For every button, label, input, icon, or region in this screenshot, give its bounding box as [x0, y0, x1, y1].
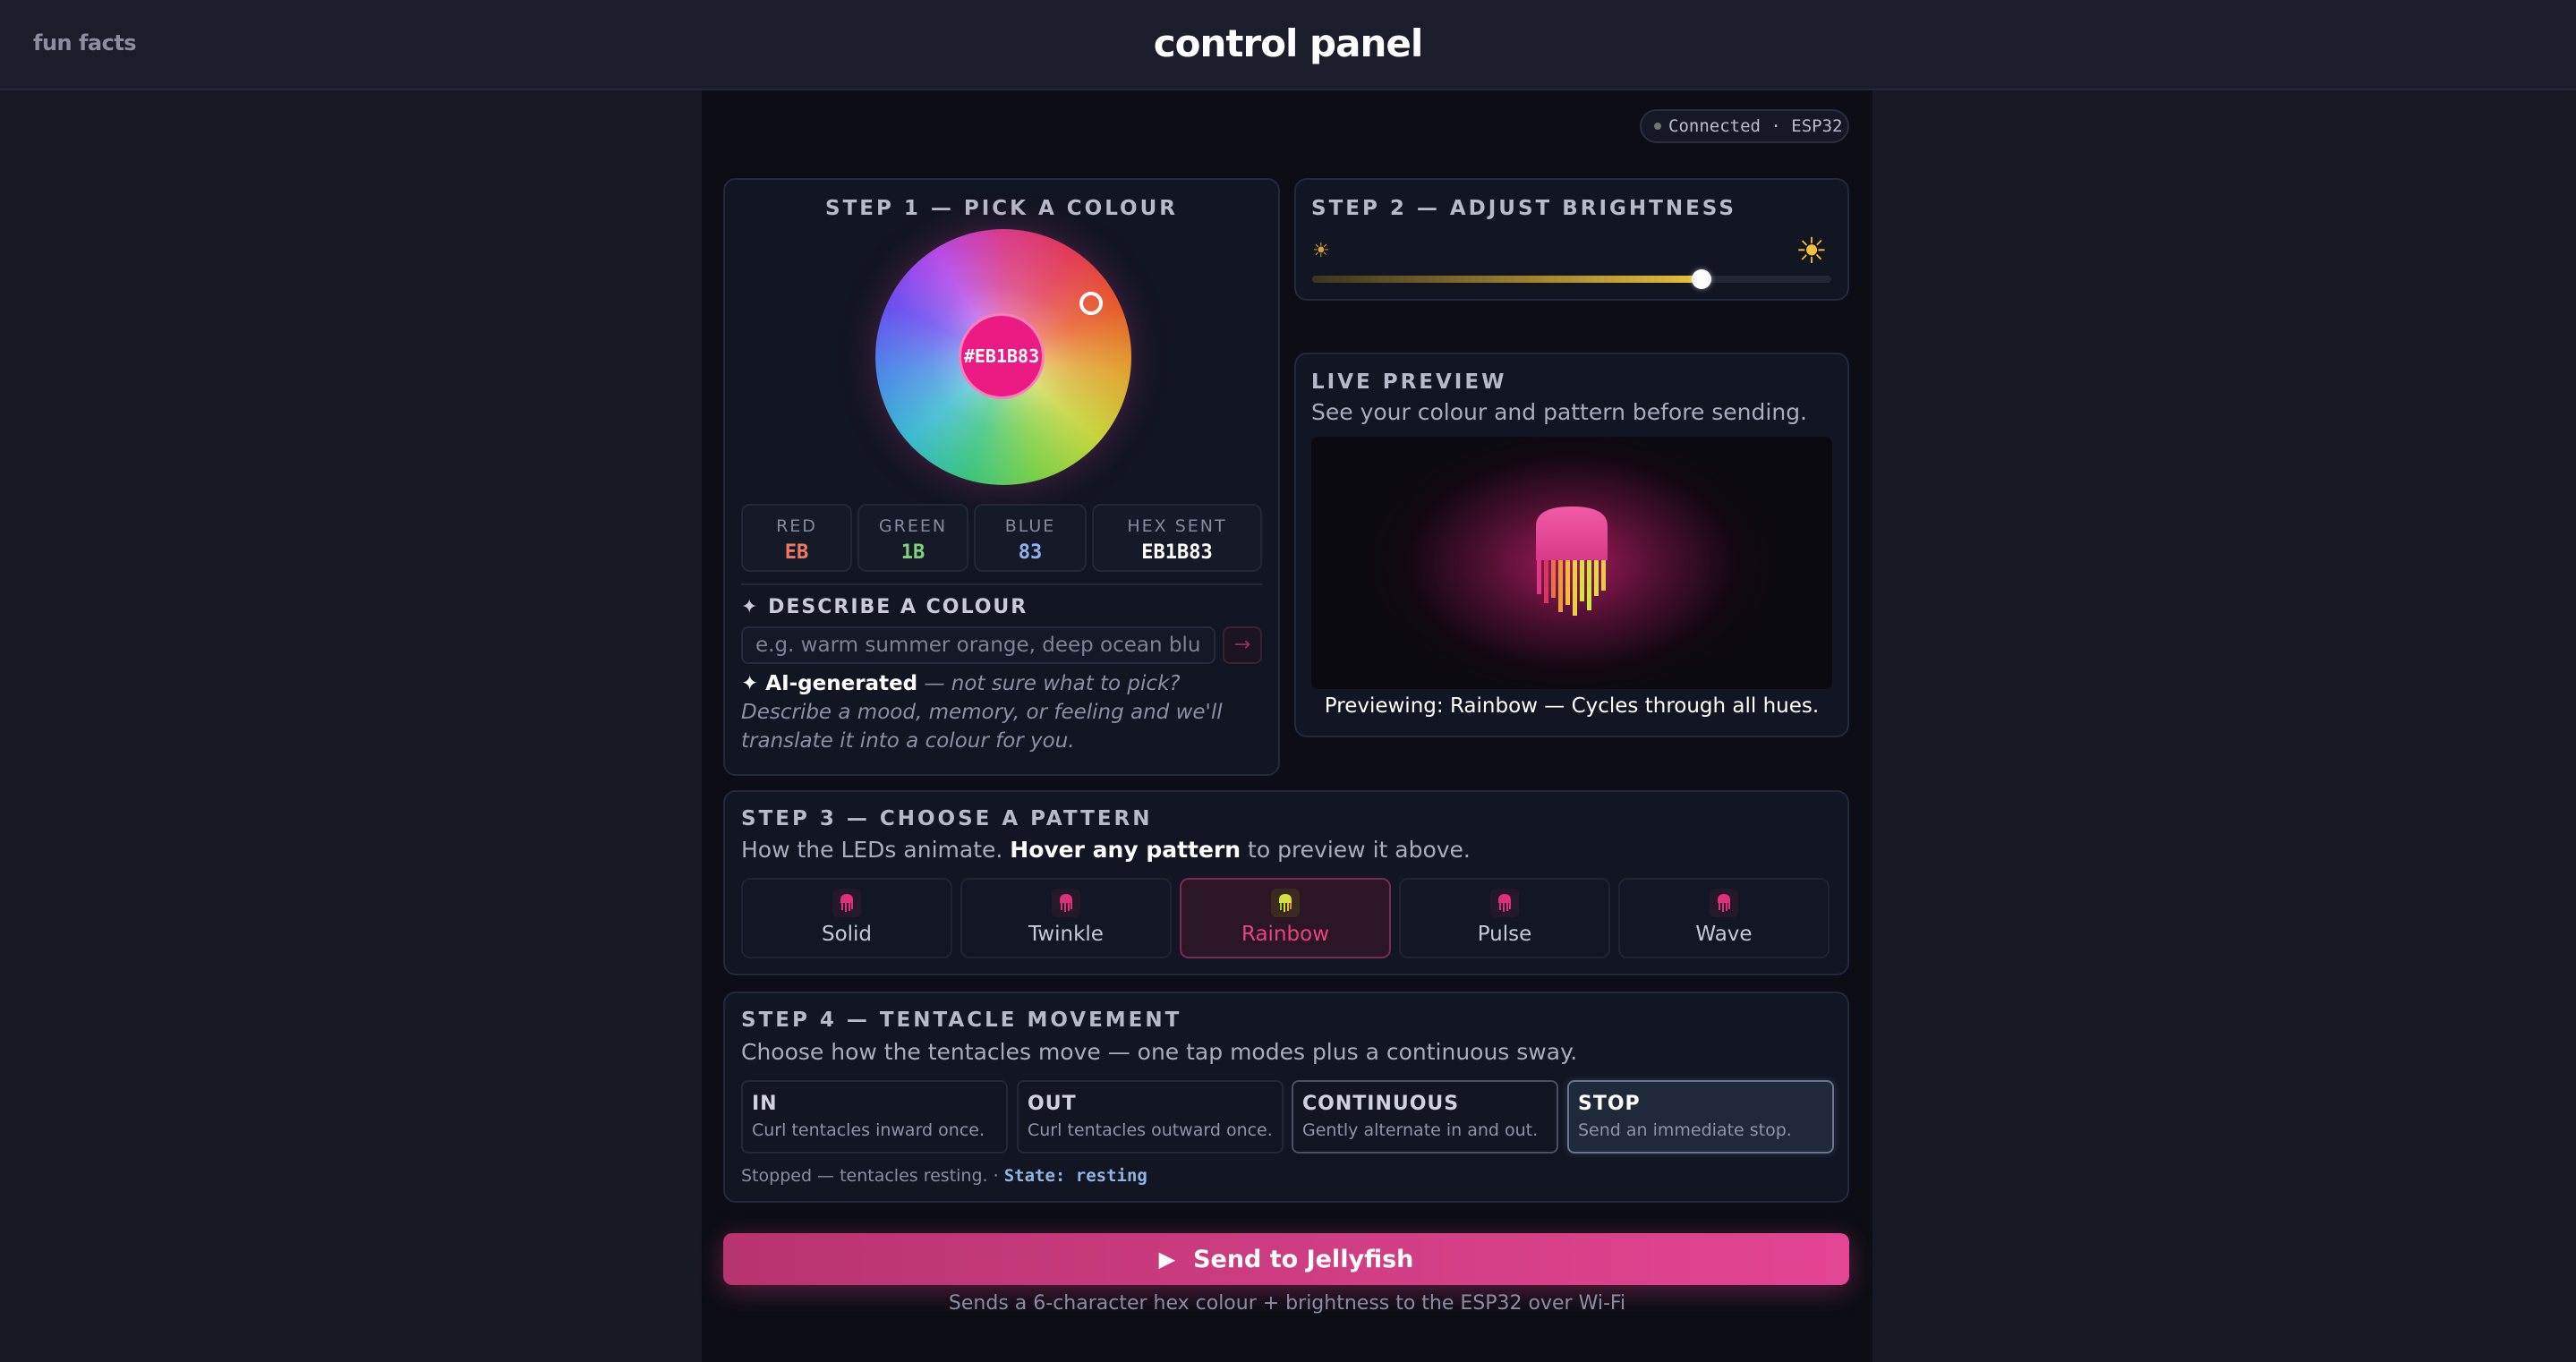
green-value-box: GREEN 1B [857, 504, 968, 572]
pattern-twinkle[interactable]: Twinkle [960, 878, 1172, 958]
red-value: EB [784, 541, 809, 564]
bright-sun-icon: ☀ [1796, 231, 1828, 272]
pattern-label: Solid [821, 923, 873, 946]
describe-submit-button[interactable]: → [1223, 626, 1262, 664]
pattern-label: Twinkle [1028, 923, 1104, 946]
status-text: Stopped — tentacles resting. [741, 1166, 988, 1186]
top-bar: fun facts control panel [0, 0, 2576, 90]
movement-label: STOP [1578, 1093, 1641, 1115]
movement-in-button[interactable]: IN Curl tentacles inward once. [741, 1080, 1008, 1153]
movement-desc: Curl tentacles inward once. [752, 1120, 985, 1140]
movement-label: OUT [1028, 1093, 1077, 1115]
brightness-fill [1312, 276, 1702, 283]
pattern-pulse[interactable]: Pulse [1399, 878, 1610, 958]
send-to-jellyfish-button[interactable]: ▶ Send to Jellyfish [723, 1233, 1849, 1285]
describe-colour-input[interactable] [741, 626, 1215, 664]
step3-subtitle-c: to preview it above. [1241, 837, 1471, 863]
preview-title: LIVE PREVIEW [1311, 370, 1507, 394]
preview-subtitle: See your colour and pattern before sendi… [1311, 399, 1808, 425]
send-note: Sends a 6-character hex colour + brightn… [948, 1292, 1626, 1315]
brightness-thumb[interactable] [1692, 269, 1711, 289]
hex-sent-box: HEX SENT EB1B83 [1092, 504, 1262, 572]
status-separator: · [987, 1166, 1004, 1186]
red-label: RED [776, 516, 817, 536]
preview-caption: Previewing: Rainbow — Cycles through all… [1324, 694, 1820, 718]
page-title: control panel [1153, 21, 1424, 65]
send-label: Send to Jellyfish [1193, 1245, 1414, 1273]
state-value: State: resting [1003, 1166, 1147, 1186]
jellyfish-twinkle-icon [1052, 889, 1080, 917]
selected-color-swatch: #EB1B83 [959, 313, 1045, 399]
blue-label: BLUE [1004, 516, 1056, 536]
play-icon: ▶ [1158, 1247, 1176, 1272]
jellyfish-solid-icon [832, 889, 861, 917]
ai-label: ✦ AI-generated [741, 672, 918, 695]
describe-colour-title: ✦ DESCRIBE A COLOUR [741, 596, 1028, 618]
movement-status: Stopped — tentacles resting. · State: re… [741, 1166, 1147, 1186]
jellyfish-pulse-icon [1490, 889, 1519, 917]
divider [741, 583, 1262, 585]
hex-sent-value: EB1B83 [1141, 541, 1213, 564]
step2-title: STEP 2 — ADJUST BRIGHTNESS [1311, 197, 1736, 220]
jellyfish-rainbow-icon [1271, 889, 1300, 917]
step3-subtitle: How the LEDs animate. Hover any pattern … [741, 837, 1471, 863]
pattern-label: Wave [1695, 923, 1753, 946]
hex-sent-label: HEX SENT [1127, 516, 1227, 536]
movement-label: IN [752, 1093, 778, 1115]
step1-title: STEP 1 — PICK A COLOUR [825, 197, 1178, 220]
jellyfish-wave-icon [1710, 889, 1738, 917]
green-label: GREEN [878, 516, 948, 536]
pattern-label: Pulse [1477, 923, 1532, 946]
movement-desc: Send an immediate stop. [1578, 1120, 1792, 1140]
color-wheel-handle[interactable] [1079, 292, 1103, 315]
step3-subtitle-b: Hover any pattern [1010, 837, 1241, 863]
step4-title: STEP 4 — TENTACLE MOVEMENT [741, 1009, 1182, 1032]
dim-sun-icon: ☀ [1312, 240, 1330, 262]
movement-continuous-button[interactable]: CONTINUOUS Gently alternate in and out. [1292, 1080, 1558, 1153]
movement-out-button[interactable]: OUT Curl tentacles outward once. [1017, 1080, 1284, 1153]
pattern-label: Rainbow [1241, 923, 1330, 946]
connection-status: Connected · ESP32 [1668, 116, 1843, 136]
red-value-box: RED EB [741, 504, 852, 572]
green-value: 1B [900, 541, 925, 564]
status-dot-icon [1654, 123, 1661, 130]
step3-subtitle-a: How the LEDs animate. [741, 837, 1011, 863]
connection-badge: Connected · ESP32 [1640, 109, 1849, 143]
movement-stop-button[interactable]: STOP Send an immediate stop. [1567, 1080, 1834, 1153]
pattern-rainbow[interactable]: Rainbow [1180, 878, 1391, 958]
pattern-solid[interactable]: Solid [741, 878, 952, 958]
movement-desc: Gently alternate in and out. [1302, 1120, 1539, 1140]
blue-value-box: BLUE 83 [974, 504, 1087, 572]
jellyfish-icon [1536, 506, 1608, 616]
movement-desc: Curl tentacles outward once. [1028, 1120, 1273, 1140]
brightness-slider[interactable] [1312, 269, 1831, 289]
jellyfish-preview [1311, 437, 1832, 689]
ai-note: ✦ AI-generated — not sure what to pick? … [741, 669, 1266, 755]
pattern-wave[interactable]: Wave [1618, 878, 1830, 958]
movement-label: CONTINUOUS [1302, 1093, 1460, 1115]
step3-title: STEP 3 — CHOOSE A PATTERN [741, 807, 1153, 830]
step4-subtitle: Choose how the tentacles move — one tap … [741, 1039, 1578, 1065]
blue-value: 83 [1018, 541, 1043, 564]
